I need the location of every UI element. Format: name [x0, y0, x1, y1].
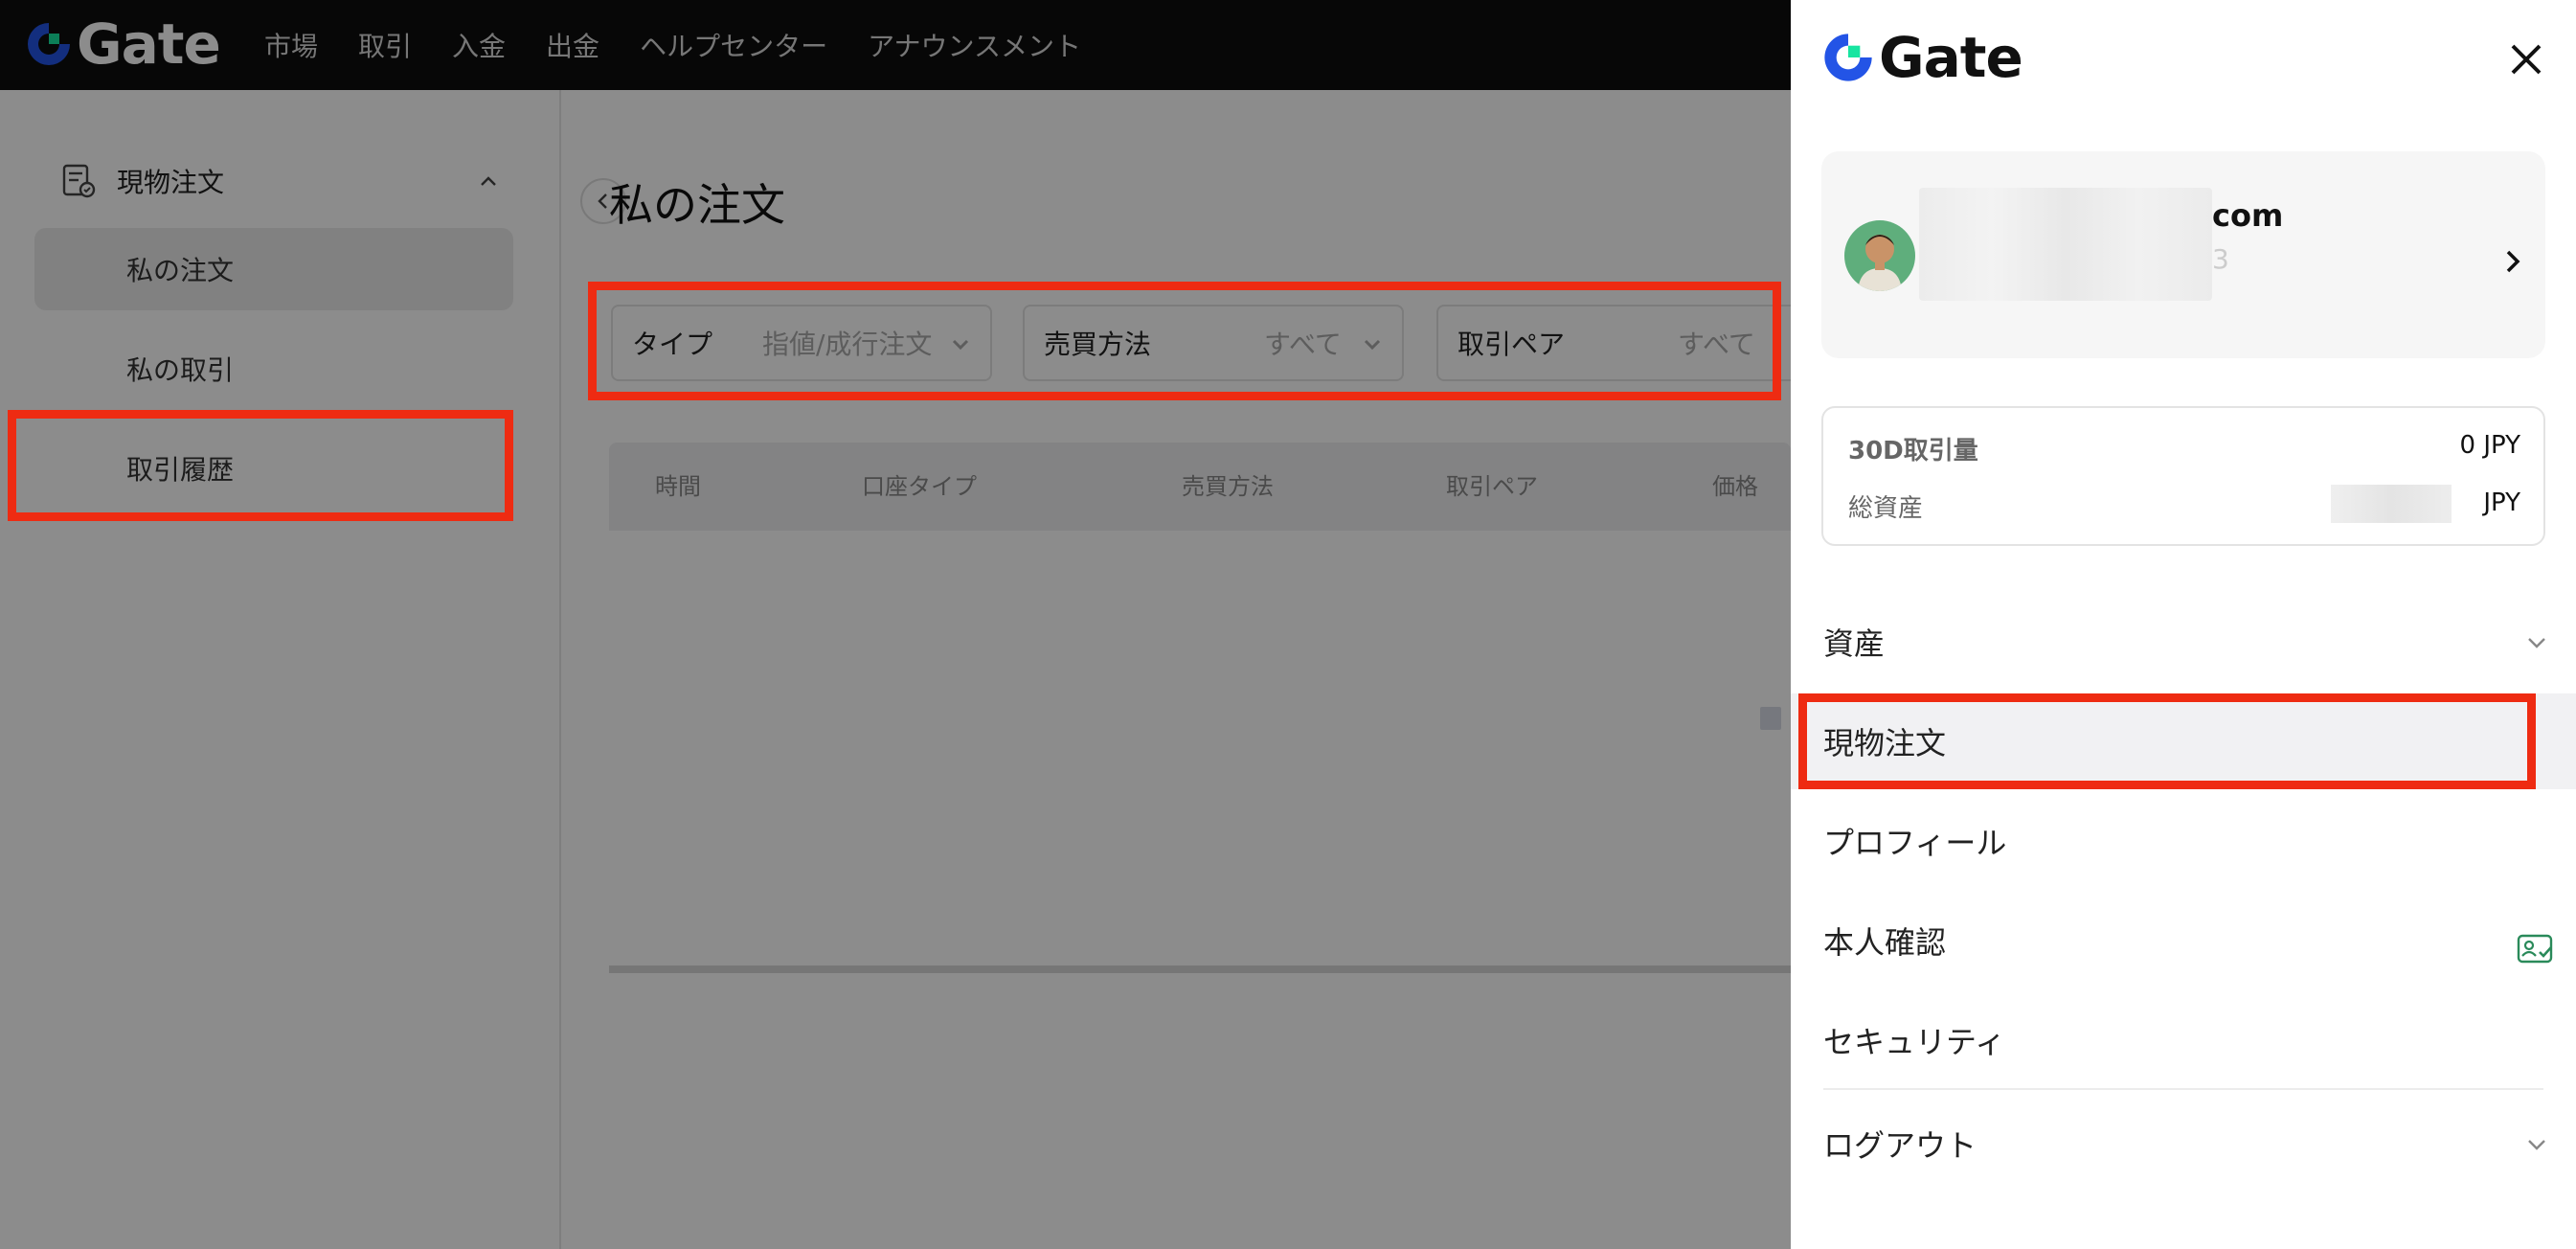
menu-item-label: セキュリティ [1823, 1024, 2006, 1060]
stat-label-30d-volume: 30D取引量 [1848, 437, 1978, 466]
close-icon[interactable] [2507, 40, 2545, 79]
modal-backdrop[interactable] [0, 0, 1791, 1249]
menu-item-identity-verification[interactable]: 本人確認 [1791, 893, 2576, 988]
avatar [1844, 220, 1915, 291]
menu-item-label: プロフィール [1823, 825, 2007, 861]
stat-label-total-assets: 総資産 [1848, 494, 1924, 523]
chevron-right-icon [2506, 250, 2520, 273]
menu-item-assets[interactable]: 資産 [1791, 594, 2576, 690]
menu-item-security[interactable]: セキュリティ [1791, 992, 2576, 1088]
account-drawer: Gate com 3 30D取引量 0 JPY 総資産 JPY 資産 現物注文 … [1791, 0, 2576, 1249]
menu-item-label: ログアウト [1823, 1127, 1977, 1164]
email-redacted [1919, 188, 2212, 301]
app-window: Gate 市場 取引 入金 出金 ヘルプセンター アナウンスメント 現物注文 私… [0, 0, 2576, 1249]
stat-value-total-assets: JPY [2483, 488, 2520, 517]
chevron-down-icon [2528, 638, 2545, 648]
menu-item-label: 現物注文 [1823, 725, 1947, 761]
id-verified-icon [2517, 934, 2553, 964]
stat-value-30d-volume: 0 JPY [2459, 431, 2520, 460]
menu-item-label: 資産 [1823, 625, 1886, 662]
account-stats-box: 30D取引量 0 JPY 総資産 JPY [1821, 406, 2545, 546]
gate-logo-text: Gate [1879, 25, 2023, 90]
user-profile-card[interactable]: com 3 [1821, 151, 2545, 358]
menu-item-logout[interactable]: ログアウト [1791, 1096, 2576, 1192]
gate-logo[interactable]: Gate [1821, 25, 2023, 90]
user-email: com [2212, 197, 2284, 234]
avatar-image [1844, 220, 1915, 291]
menu-item-spot-orders[interactable]: 現物注文 [1791, 693, 2576, 789]
gate-logo-icon [1824, 34, 1872, 81]
chevron-down-icon [2528, 1140, 2545, 1150]
user-uid: 3 [2212, 243, 2229, 275]
menu-divider [1823, 1088, 2543, 1090]
menu-item-label: 本人確認 [1823, 924, 1947, 961]
menu-item-profile[interactable]: プロフィール [1791, 793, 2576, 889]
total-assets-redacted [2331, 485, 2452, 523]
